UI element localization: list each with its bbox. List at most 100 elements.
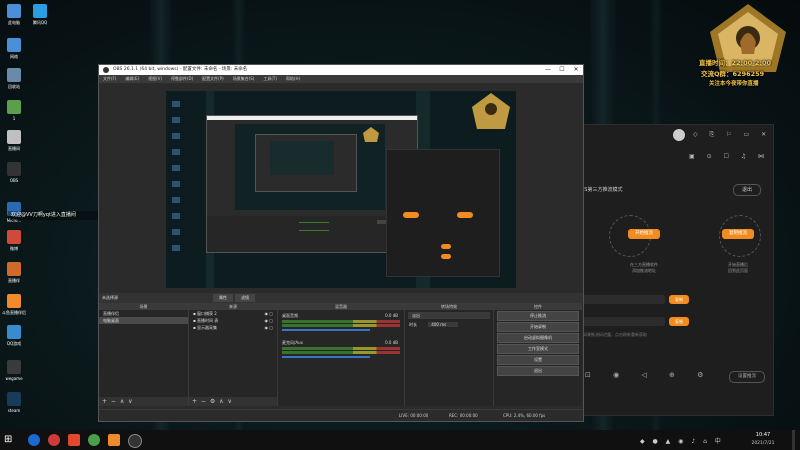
obs-menubar: 文件(F) 编辑(E) 视图(V) 停靠部件(D) 配置文件(P) 场景集合(S) 工具(T… bbox=[99, 75, 583, 83]
desktop-icon[interactable]: 微博 bbox=[0, 230, 28, 252]
sources-footer[interactable]: + − ⚙ ∧ ∨ bbox=[189, 397, 277, 406]
app-icon bbox=[7, 294, 21, 308]
menu-item[interactable]: 编辑(E) bbox=[125, 75, 139, 83]
volume-slider[interactable] bbox=[282, 356, 371, 358]
source-label: 显示器采集 bbox=[196, 325, 217, 330]
push-url-field[interactable] bbox=[577, 295, 665, 304]
eye-lock-icon[interactable]: ◉ ▢ bbox=[264, 317, 277, 324]
clock-date[interactable]: 2021/7/21 bbox=[744, 441, 782, 446]
channel-name: 麦克风/Aux bbox=[282, 340, 303, 345]
streaming-companion-app: ◇ ⎘ ⚐ ▭ ✕ ▣ ⊙ ☐ ♫ ⋈ OBS第三方推流模式 退出 开始推流 复… bbox=[572, 124, 774, 416]
controls-dock: 控件 停止推流 开始录制 启动虚拟摄像机 工作室模式 设置 退出 bbox=[494, 303, 582, 406]
start-windows-icon[interactable]: ⊞ bbox=[4, 434, 16, 446]
desktop-icon[interactable]: 回收站 bbox=[0, 68, 28, 90]
browser-icon[interactable] bbox=[28, 434, 40, 446]
app-icon bbox=[33, 4, 47, 18]
menu-item[interactable]: 工具(T) bbox=[263, 75, 277, 83]
control-button[interactable]: 退出 bbox=[497, 366, 579, 376]
app-header-icons[interactable]: ◇ ⎘ ⚐ ▭ ✕ bbox=[693, 131, 771, 139]
copy-key-button[interactable]: 复制 bbox=[669, 317, 689, 326]
eye-lock-icon[interactable]: ◉ ▢ bbox=[264, 310, 277, 317]
bottom-tool-icons[interactable]: ⊡ ◉ ◁ ⊕ ⚙ bbox=[585, 371, 713, 379]
overlay-schedule: 直播时间：22:00-2:00 bbox=[699, 59, 772, 67]
copy-url-button[interactable]: 复制 bbox=[669, 295, 689, 304]
menu-item[interactable]: 配置文件(P) bbox=[202, 75, 224, 83]
obs-taskbar-icon[interactable] bbox=[128, 434, 142, 448]
tray-icons[interactable]: ◆ ● ▲ ◉ ♪ ⌂ 中 bbox=[640, 436, 724, 445]
desktop-icon-label: 微博 bbox=[10, 246, 18, 251]
control-button[interactable]: 工作室模式 bbox=[497, 344, 579, 354]
source-item[interactable]: ▪ 直播时间 表 ◉ ▢ bbox=[189, 317, 277, 324]
channel-name: 桌面音频 bbox=[282, 313, 298, 318]
live-indicator: LIVE: 00:00:00 bbox=[399, 413, 429, 418]
control-button[interactable]: 设置 bbox=[497, 355, 579, 365]
preview-desktop-icons bbox=[172, 101, 180, 251]
desktop-icon-label: OBS bbox=[9, 178, 19, 183]
obs-preview[interactable] bbox=[166, 91, 516, 288]
menu-item[interactable]: 帮助(H) bbox=[286, 75, 300, 83]
app-icon[interactable] bbox=[68, 434, 80, 446]
app-icon[interactable] bbox=[108, 434, 120, 446]
maximize-button[interactable]: ☐ bbox=[555, 65, 569, 75]
app-icon[interactable] bbox=[48, 434, 60, 446]
properties-button[interactable]: 属性 bbox=[213, 294, 233, 302]
app-icon bbox=[7, 68, 21, 82]
desktop-icon[interactable]: 腾讯QQ bbox=[26, 4, 54, 26]
sources-dock: 来源 ▪ 窗口捕获 2 ◉ ▢ ▪ 直播时间 表 ◉ ▢ ▪ 显示器采集 ◉ ▢ + … bbox=[189, 303, 278, 406]
desktop-icon[interactable]: 直播间 bbox=[0, 130, 28, 152]
no-source-label: 未选择源 bbox=[102, 295, 118, 300]
copy-push-button[interactable]: 复制推流 bbox=[722, 229, 754, 239]
exit-mode-button[interactable]: 退出 bbox=[733, 184, 761, 196]
transition-select[interactable]: 淡出 bbox=[408, 312, 490, 319]
menu-item[interactable]: 场景集合(S) bbox=[233, 75, 255, 83]
source-item[interactable]: ▪ 窗口捕获 2 ◉ ▢ bbox=[189, 310, 277, 317]
app-icon bbox=[7, 392, 21, 406]
menu-item[interactable]: 视图(V) bbox=[148, 75, 162, 83]
scenes-footer[interactable]: + − ∧ ∨ bbox=[99, 397, 188, 406]
close-button[interactable]: ✕ bbox=[569, 65, 583, 75]
duration-input[interactable]: 400 ms bbox=[428, 322, 459, 327]
avatar[interactable] bbox=[673, 129, 685, 141]
desktop-icon[interactable]: 1 bbox=[0, 100, 28, 121]
desktop-icon[interactable]: 斗鱼直播伴侣 bbox=[0, 294, 28, 316]
menu-item[interactable]: 文件(F) bbox=[103, 75, 116, 83]
duration-label: 时长 bbox=[409, 322, 417, 327]
volume-meter bbox=[282, 347, 400, 350]
eye-lock-icon[interactable]: ◉ ▢ bbox=[264, 324, 277, 331]
overlay-follow: 关注本今夜带你直播 bbox=[709, 81, 759, 87]
app-icon bbox=[7, 4, 21, 18]
show-desktop-button[interactable] bbox=[792, 430, 795, 450]
app-tool-icons[interactable]: ▣ ⊙ ☐ ♫ ⋈ bbox=[689, 153, 769, 160]
mixer-channel: 桌面音频 0.0 dB bbox=[278, 310, 404, 331]
desktop-icon[interactable]: wegame bbox=[0, 360, 28, 381]
control-button[interactable]: 启动虚拟摄像机 bbox=[497, 333, 579, 343]
source-item[interactable]: ▪ 显示器采集 ◉ ▢ bbox=[189, 324, 277, 331]
app-icon bbox=[7, 262, 21, 276]
start-push-button[interactable]: 开始推流 bbox=[628, 229, 660, 239]
desktop-icon-label: 腾讯QQ bbox=[32, 20, 48, 25]
control-button[interactable]: 开始录制 bbox=[497, 322, 579, 332]
push-settings-button[interactable]: 设置推流 bbox=[729, 371, 765, 383]
clock-time[interactable]: 10:47 bbox=[748, 432, 778, 438]
desktop-icon-label: 直播伴 bbox=[8, 278, 20, 283]
obs-titlebar[interactable]: OBS 26.1.1 (64 bit, windows) - 配置文件: 未命名… bbox=[99, 65, 583, 75]
volume-meter bbox=[282, 320, 400, 323]
desktop-icon[interactable]: 直播伴 bbox=[0, 262, 28, 284]
app-icon bbox=[7, 230, 21, 244]
menu-item[interactable]: 停靠部件(D) bbox=[171, 75, 193, 83]
push-key-field[interactable] bbox=[577, 317, 665, 326]
filters-button[interactable]: 滤镜 bbox=[235, 294, 255, 302]
minimize-button[interactable]: — bbox=[541, 65, 555, 75]
control-button[interactable]: 停止推流 bbox=[497, 311, 579, 321]
scene-item[interactable]: 直播伴侣 bbox=[99, 310, 188, 317]
volume-meter bbox=[282, 324, 400, 327]
desktop-icon[interactable]: 网络 bbox=[0, 38, 28, 60]
desktop-icon[interactable]: OBS bbox=[0, 162, 28, 183]
desktop-icon-label: wegame bbox=[5, 376, 23, 381]
chrome-icon[interactable] bbox=[88, 434, 100, 446]
desktop-icon[interactable]: QQ游戏 bbox=[0, 325, 28, 347]
volume-slider[interactable] bbox=[282, 329, 371, 331]
scene-item[interactable]: 电脑桌面 bbox=[99, 317, 188, 324]
desktop-icon[interactable]: 此电脑 bbox=[0, 4, 28, 26]
desktop-icon[interactable]: steam bbox=[0, 392, 28, 413]
